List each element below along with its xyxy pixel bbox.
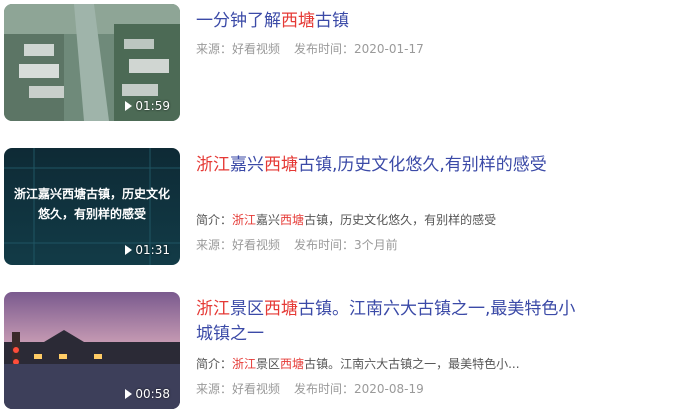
desc-highlight: 浙江 xyxy=(232,213,257,227)
play-icon xyxy=(125,389,133,399)
video-description: 简介：浙江景区西塘古镇。江南六大古镇之一，最美特色小... xyxy=(196,355,546,372)
video-meta: 来源：好看视频 发布时间：2020-08-19 xyxy=(196,380,424,397)
title-highlight: 西塘 xyxy=(264,155,298,175)
title-highlight: 浙江 xyxy=(196,299,230,319)
title-highlight: 浙江 xyxy=(196,155,230,175)
video-title-link[interactable]: 浙江景区西塘古镇。江南六大古镇之一,最美特色小城镇之一 xyxy=(196,297,580,347)
title-text: 一分钟了解 xyxy=(196,11,281,31)
video-description: 简介：浙江嘉兴西塘古镇，历史文化悠久，有别样的感受 xyxy=(196,211,546,228)
play-icon xyxy=(125,101,133,111)
video-meta: 来源：好看视频 发布时间：3个月前 xyxy=(196,236,398,253)
title-highlight: 西塘 xyxy=(281,11,315,31)
video-duration: 01:59 xyxy=(125,99,170,113)
desc-highlight: 西塘 xyxy=(280,357,305,371)
title-text: 古镇 xyxy=(315,11,349,31)
publish-time: 发布时间：2020-01-17 xyxy=(294,42,424,56)
desc-text: 嘉兴 xyxy=(256,213,281,227)
desc-highlight: 浙江 xyxy=(232,357,257,371)
desc-text: 景区 xyxy=(256,357,281,371)
title-text: 嘉兴 xyxy=(230,155,264,175)
video-thumbnail[interactable]: 00:58 xyxy=(4,292,180,409)
video-result-1: 01:59 一分钟了解西塘古镇 来源：好看视频 发布时间：2020-01-17 xyxy=(0,4,676,122)
title-highlight: 西塘 xyxy=(264,299,298,319)
video-thumbnail[interactable]: 01:59 xyxy=(4,4,180,121)
publish-time: 发布时间：2020-08-19 xyxy=(294,382,424,396)
video-result-3: 00:58 浙江景区西塘古镇。江南六大古镇之一,最美特色小城镇之一 简介：浙江景… xyxy=(0,292,676,410)
video-duration: 01:31 xyxy=(125,243,170,257)
desc-highlight: 西塘 xyxy=(280,213,305,227)
desc-text: 古镇，历史文化悠久，有别样的感受 xyxy=(304,213,497,227)
desc-text: 古镇。江南六大古镇之一，最美特色小... xyxy=(304,357,520,371)
duration-text: 01:59 xyxy=(135,99,170,113)
video-title-link[interactable]: 一分钟了解西塘古镇 xyxy=(196,9,580,34)
title-text: 景区 xyxy=(230,299,264,319)
video-thumbnail[interactable]: 浙江嘉兴西塘古镇，历史文化悠久，有别样的感受 01:31 xyxy=(4,148,180,265)
thumbnail-caption: 浙江嘉兴西塘古镇，历史文化悠久，有别样的感受 xyxy=(13,187,170,221)
duration-text: 00:58 xyxy=(135,387,170,401)
desc-prefix: 简介： xyxy=(196,357,233,371)
source-label: 来源：好看视频 xyxy=(196,382,281,396)
video-title-link[interactable]: 浙江嘉兴西塘古镇,历史文化悠久,有别样的感受 xyxy=(196,153,580,178)
video-duration: 00:58 xyxy=(125,387,170,401)
video-result-2: 浙江嘉兴西塘古镇，历史文化悠久，有别样的感受 01:31 浙江嘉兴西塘古镇,历史… xyxy=(0,148,676,266)
desc-prefix: 简介： xyxy=(196,213,233,227)
duration-text: 01:31 xyxy=(135,243,170,257)
source-label: 来源：好看视频 xyxy=(196,238,281,252)
publish-time: 发布时间：3个月前 xyxy=(294,238,398,252)
source-label: 来源：好看视频 xyxy=(196,42,281,56)
play-icon xyxy=(125,245,133,255)
title-text: 古镇,历史文化悠久,有别样的感受 xyxy=(298,155,547,175)
video-meta: 来源：好看视频 发布时间：2020-01-17 xyxy=(196,40,424,57)
